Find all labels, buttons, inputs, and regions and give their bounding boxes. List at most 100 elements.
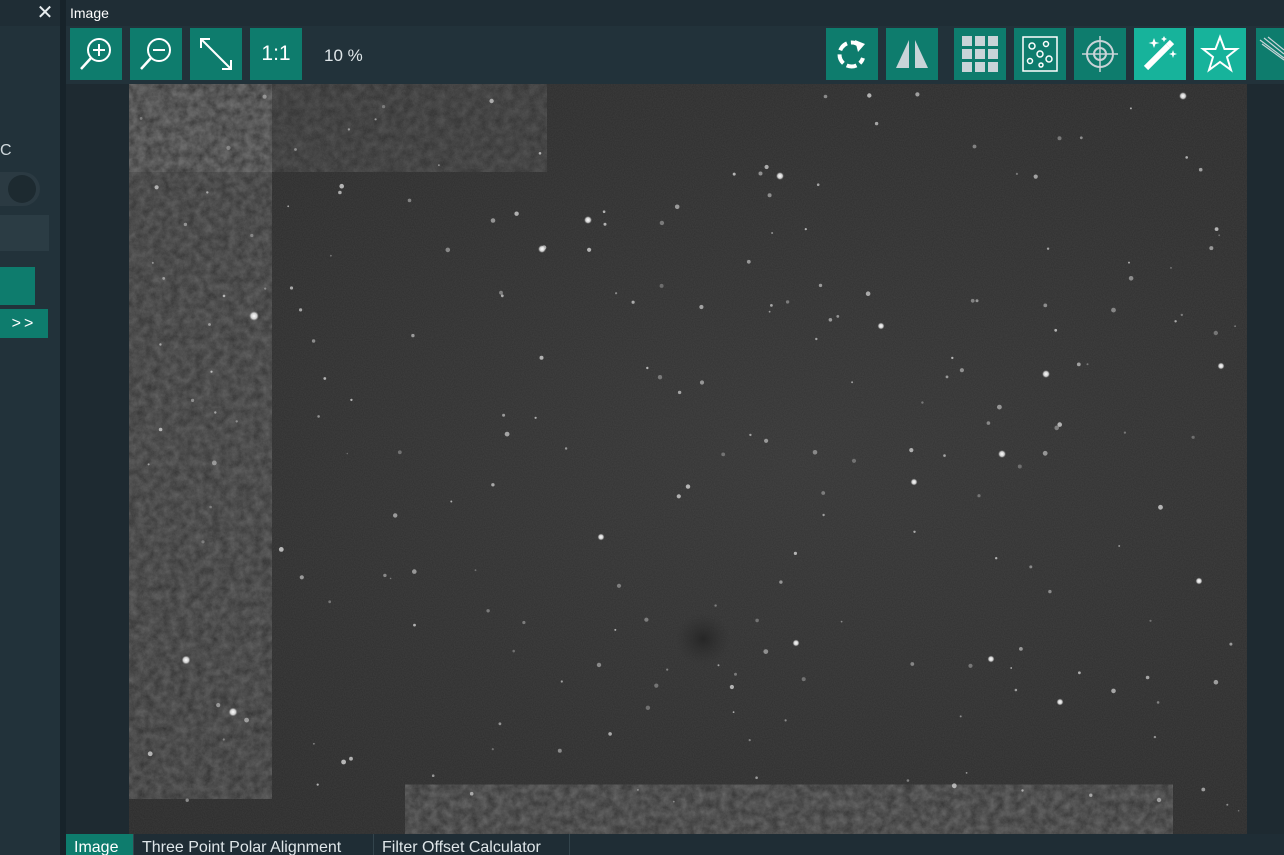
- star: [764, 438, 769, 443]
- star: [1076, 362, 1081, 367]
- zoom-out-button[interactable]: [130, 28, 182, 80]
- expand-button[interactable]: >>: [0, 309, 48, 338]
- fit-to-screen-button[interactable]: [190, 28, 242, 80]
- star: [486, 609, 490, 613]
- star: [1234, 325, 1236, 328]
- crosshair-icon: [1082, 36, 1118, 72]
- star: [1042, 450, 1048, 456]
- star: [311, 339, 316, 343]
- star: [512, 649, 515, 653]
- zoom-in-button[interactable]: [70, 28, 122, 80]
- star: [1214, 227, 1219, 232]
- star: [779, 580, 783, 584]
- star: [504, 431, 510, 437]
- star: [959, 715, 962, 718]
- star: [1014, 688, 1018, 692]
- star: [491, 483, 495, 487]
- star: [413, 623, 416, 627]
- bright-star: [998, 450, 1006, 458]
- star: [328, 600, 332, 604]
- star: [1145, 675, 1150, 680]
- fit-to-screen-icon: [200, 38, 232, 70]
- action-button[interactable]: [0, 267, 35, 305]
- flip-button[interactable]: [886, 28, 938, 80]
- astro-image: [129, 84, 1247, 834]
- star: [975, 299, 979, 303]
- toggle-switch[interactable]: [0, 172, 40, 206]
- bright-star: [597, 533, 605, 541]
- star: [350, 398, 353, 402]
- star: [771, 232, 774, 234]
- star: [906, 779, 910, 782]
- star: [677, 390, 682, 395]
- star: [822, 513, 825, 517]
- star: [557, 748, 562, 753]
- star: [1158, 504, 1163, 510]
- star: [1029, 565, 1033, 569]
- rotate-button[interactable]: [826, 28, 878, 80]
- star: [1118, 545, 1121, 547]
- star: [490, 218, 496, 223]
- star: [159, 343, 162, 346]
- star: [244, 717, 249, 723]
- star-button[interactable]: [1194, 28, 1246, 80]
- tab-filter-offset-calculator[interactable]: Filter Offset Calculator: [374, 834, 570, 855]
- star: [674, 204, 680, 210]
- image-viewport[interactable]: [66, 84, 1284, 834]
- star: [250, 233, 254, 238]
- star: [338, 190, 342, 195]
- star: [560, 680, 563, 683]
- one-to-one-button[interactable]: 1:1: [250, 28, 302, 80]
- star: [818, 283, 823, 288]
- star: [636, 788, 639, 791]
- star: [191, 398, 195, 402]
- auto-stretch-button[interactable]: [1134, 28, 1186, 80]
- star: [216, 703, 221, 708]
- star: [793, 551, 798, 555]
- star: [909, 448, 914, 453]
- crosshair-button[interactable]: [1074, 28, 1126, 80]
- star: [812, 450, 818, 455]
- star: [222, 738, 225, 741]
- tab-image[interactable]: Image: [66, 834, 134, 855]
- star: [474, 569, 477, 572]
- star: [450, 500, 453, 503]
- star: [1128, 276, 1134, 281]
- star: [1017, 464, 1022, 469]
- tab-three-point-polar-alignment[interactable]: Three Point Polar Alignment: [134, 834, 374, 855]
- bright-star: [249, 311, 259, 321]
- star: [1156, 701, 1160, 704]
- star: [749, 433, 752, 437]
- star: [851, 381, 854, 384]
- star: [608, 732, 612, 736]
- grid-button[interactable]: [954, 28, 1006, 80]
- tab-bar: Image Three Point Polar Alignment Filter…: [66, 834, 1284, 855]
- star: [522, 620, 526, 625]
- star: [801, 677, 806, 682]
- star: [587, 247, 592, 252]
- star: [755, 776, 758, 779]
- star: [1123, 431, 1126, 434]
- star: [208, 323, 211, 326]
- star: [865, 291, 871, 296]
- star: [491, 748, 494, 751]
- bright-star: [910, 478, 918, 486]
- star-icon: [1200, 34, 1240, 73]
- star: [185, 798, 189, 802]
- star: [699, 304, 704, 310]
- bahtinov-button[interactable]: [1256, 28, 1284, 80]
- star: [323, 377, 327, 380]
- star: [1048, 589, 1052, 594]
- text-field[interactable]: [0, 215, 49, 251]
- star: [840, 620, 843, 623]
- star: [823, 94, 828, 99]
- star: [1019, 647, 1023, 651]
- star-detection-button[interactable]: [1014, 28, 1066, 80]
- star: [158, 427, 163, 432]
- star: [616, 583, 622, 588]
- star: [659, 220, 665, 226]
- star: [538, 152, 542, 155]
- close-icon[interactable]: ✕: [34, 3, 56, 23]
- star: [347, 128, 351, 131]
- star: [631, 300, 635, 304]
